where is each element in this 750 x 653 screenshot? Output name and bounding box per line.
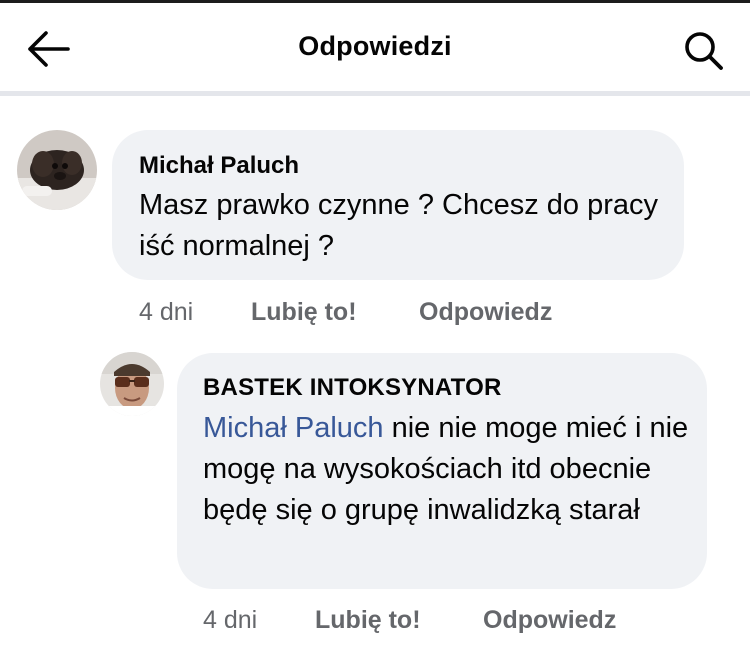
comment-author[interactable]: BASTEK INTOKSYNATOR xyxy=(203,374,502,402)
comment-text: Michał Paluch nie nie moge mieć i nie mo… xyxy=(203,408,693,531)
comment-time: 4 dni xyxy=(203,606,258,634)
header: Odpowiedzi xyxy=(0,3,750,91)
reply-button[interactable]: Odpowiedz xyxy=(419,298,552,327)
comment-text: Masz prawko czynne ? Chcesz do pracy iść… xyxy=(139,189,658,262)
comment-bubble: BASTEK INTOKSYNATOR Michał Paluch nie ni… xyxy=(177,353,707,589)
like-button[interactable]: Lubię to! xyxy=(315,606,421,635)
comment-bubble: Michał Paluch Masz prawko czynne ? Chces… xyxy=(112,130,684,280)
mention-link[interactable]: Michał Paluch xyxy=(203,412,384,444)
avatar-photo-man xyxy=(100,352,164,416)
like-button[interactable]: Lubię to! xyxy=(251,298,357,327)
search-icon xyxy=(685,32,723,70)
comment-author[interactable]: Michał Paluch xyxy=(139,152,299,180)
replies-screen: Odpowiedzi Michał Paluch Masz prawko czy… xyxy=(0,0,750,653)
page-title: Odpowiedzi xyxy=(298,31,452,61)
header-divider xyxy=(0,91,750,96)
comment-time: 4 dni xyxy=(139,298,194,326)
avatar-photo-dog xyxy=(17,130,97,210)
avatar[interactable] xyxy=(100,352,164,416)
search-button[interactable] xyxy=(682,29,726,73)
reply-button[interactable]: Odpowiedz xyxy=(483,606,616,635)
avatar[interactable] xyxy=(17,130,97,210)
